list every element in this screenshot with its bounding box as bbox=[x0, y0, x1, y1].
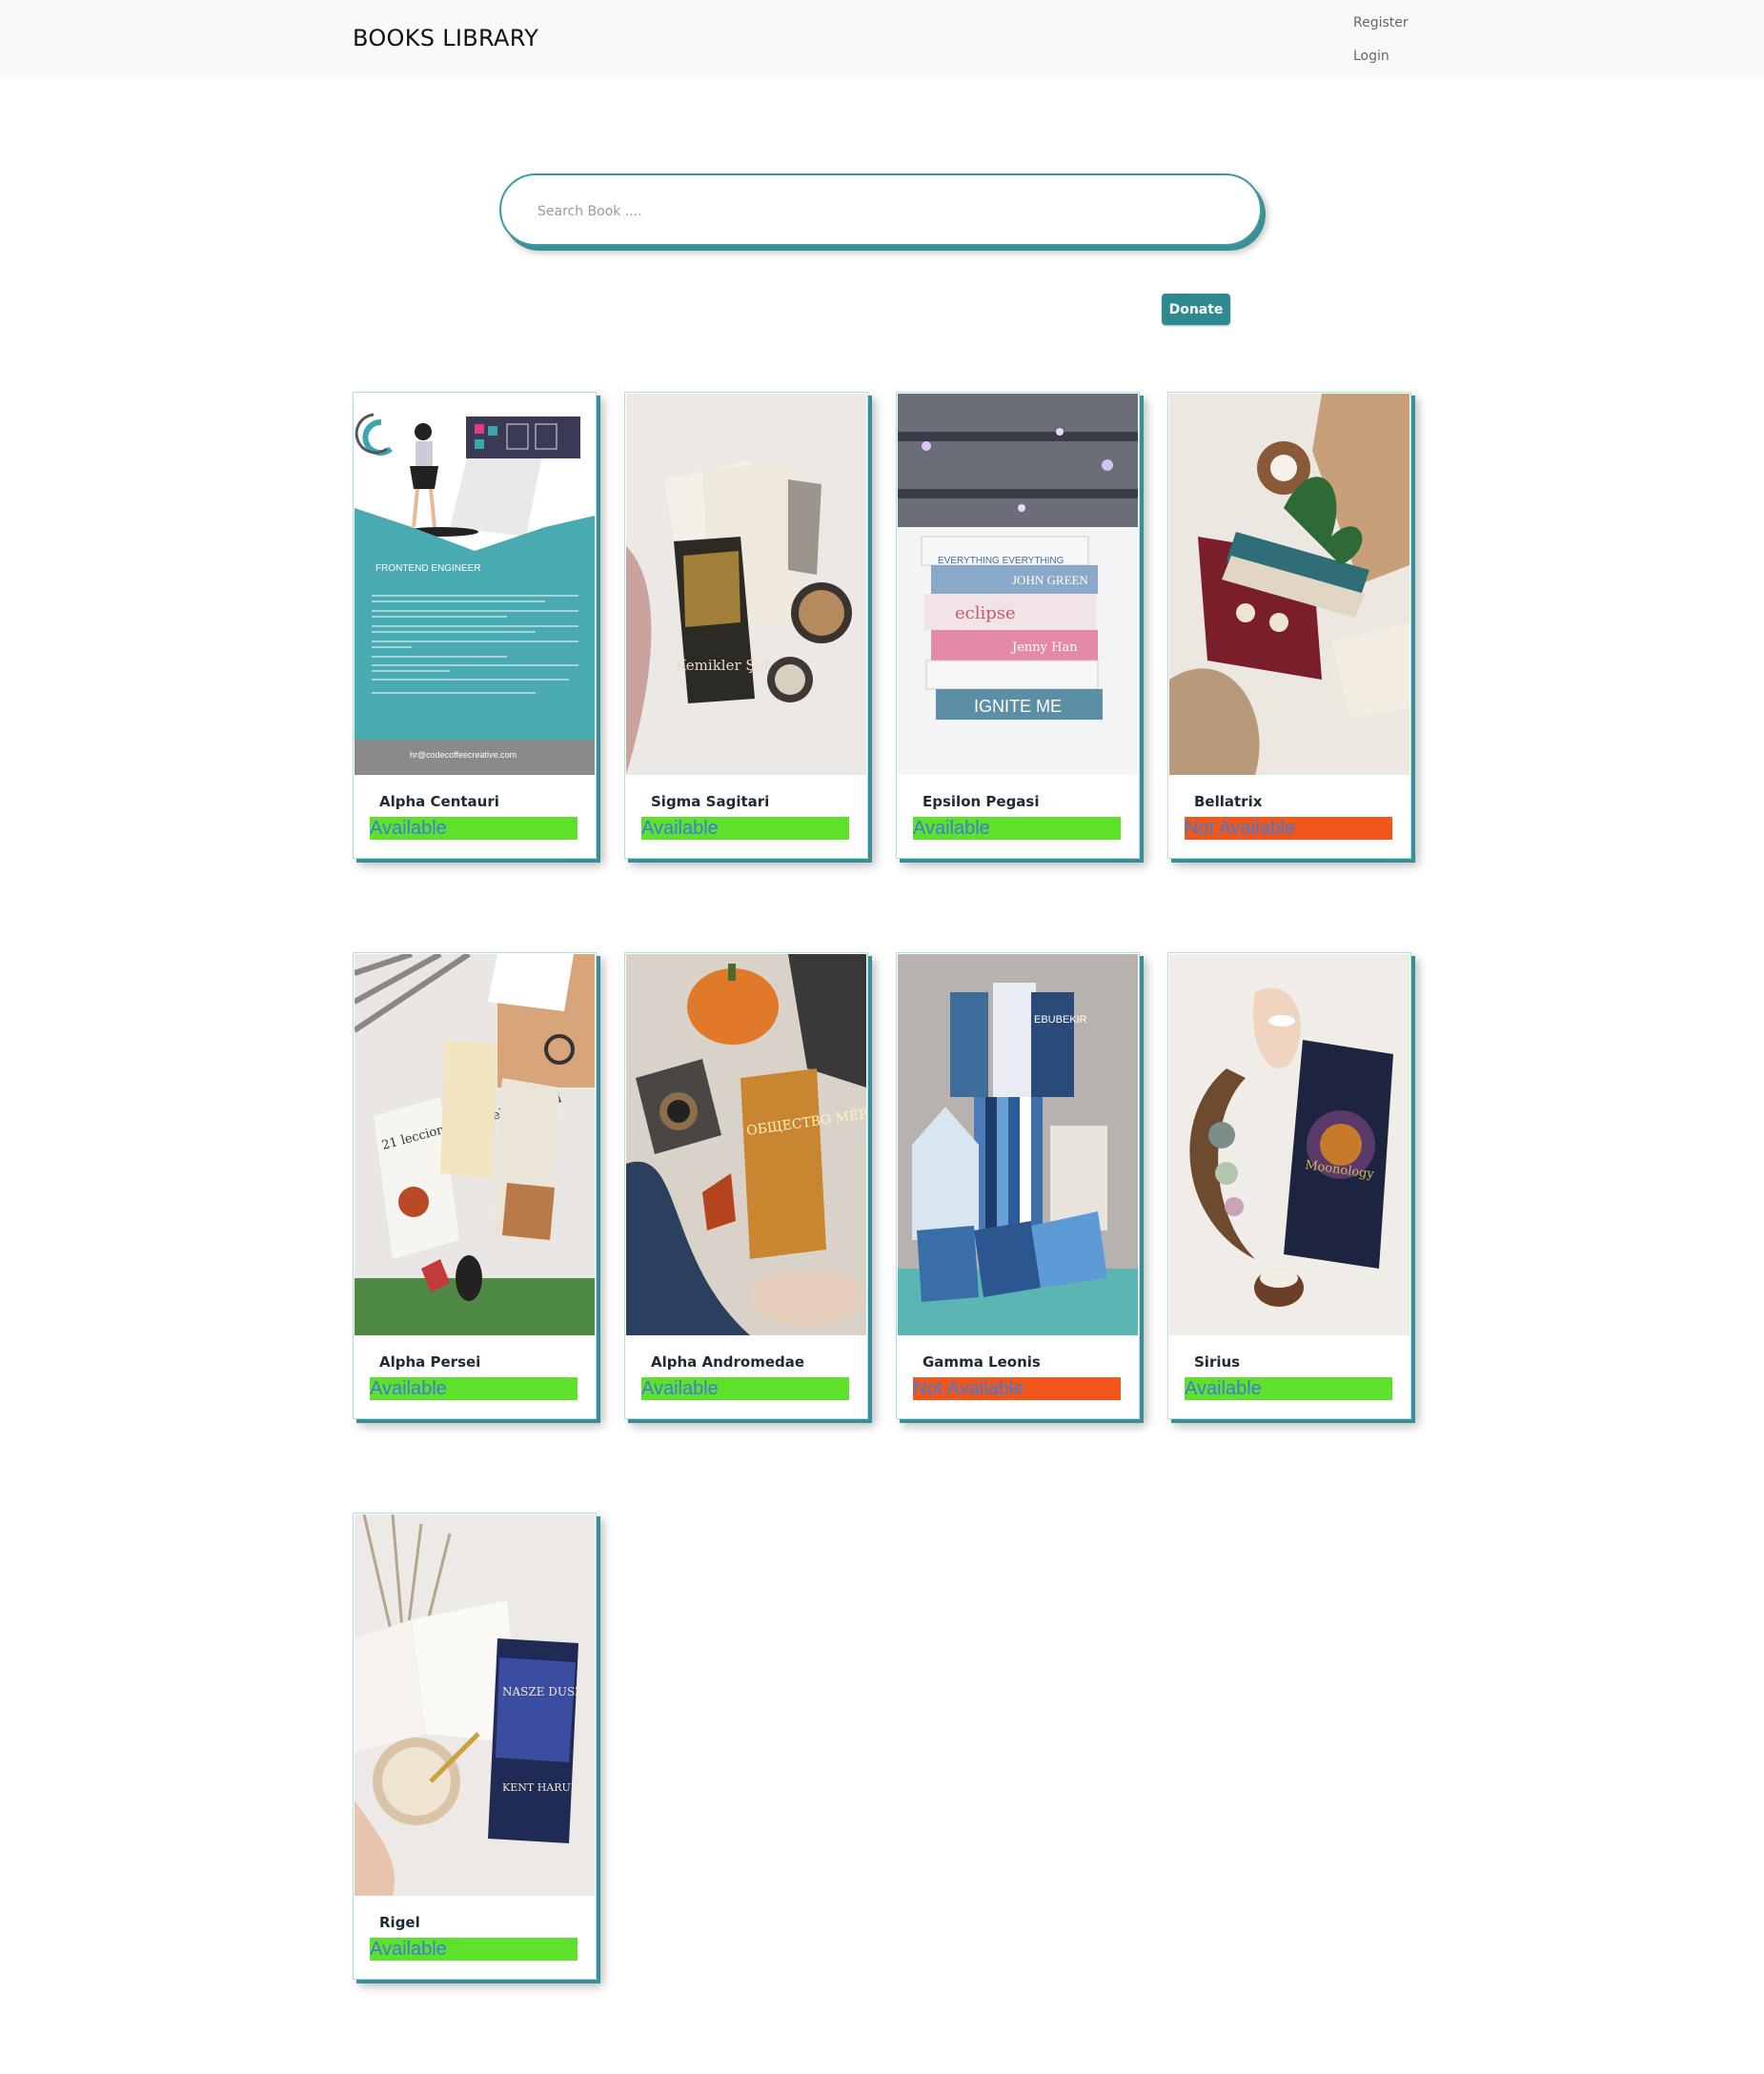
book-title: Rigel bbox=[379, 1914, 420, 1931]
book-cover-image: FRONTEND ENGINEER hr@codecoffeecreative.… bbox=[355, 394, 595, 775]
book-cover-image: NASZE DUSZE NOCĄ KENT HARUF bbox=[355, 1515, 595, 1896]
availability-badge: Available bbox=[370, 817, 578, 840]
book-card[interactable]: EBUBEKIR Gamma Leonis Not Available bbox=[896, 952, 1140, 1419]
book-cover-image: EVERYTHING EVERYTHING JOHN GREEN eclipse… bbox=[898, 394, 1138, 775]
availability-badge: Available bbox=[913, 817, 1121, 840]
cover-book-3: eclipse bbox=[955, 603, 1016, 623]
book-cover-image: Moonology bbox=[1169, 954, 1409, 1335]
cover-email: hr@codecoffeecreative.com bbox=[410, 750, 517, 760]
availability-badge: Available bbox=[641, 817, 849, 840]
login-link[interactable]: Login bbox=[1353, 47, 1409, 80]
search-bar bbox=[499, 173, 1262, 246]
nav-links: Register Login bbox=[1353, 13, 1409, 80]
book-cover-image: ОБЩЕСТВО МЁРТВЫХ ПОЭТОВ bbox=[626, 954, 866, 1335]
book-title: Gamma Leonis bbox=[923, 1353, 1041, 1371]
brand-title[interactable]: BOOKS LIBRARY bbox=[353, 25, 538, 51]
book-title: Alpha Persei bbox=[379, 1353, 481, 1371]
availability-badge: Available bbox=[641, 1377, 849, 1400]
search-input[interactable] bbox=[536, 198, 1206, 225]
book-card[interactable]: EVERYTHING EVERYTHING JOHN GREEN eclipse… bbox=[896, 392, 1140, 859]
book-title: Epsilon Pegasi bbox=[923, 793, 1040, 810]
cover-title: NASZE DUSZE NOCĄ bbox=[502, 1685, 595, 1698]
cover-title: EBUBEKIR bbox=[1034, 1014, 1087, 1026]
book-cover-image bbox=[1169, 394, 1409, 775]
book-card[interactable]: FRONTEND ENGINEER hr@codecoffeecreative.… bbox=[353, 392, 597, 859]
cover-book-1: EVERYTHING EVERYTHING bbox=[938, 556, 1064, 566]
book-card[interactable]: ОБЩЕСТВО МЁРТВЫХ ПОЭТОВ Alpha Andromedae… bbox=[624, 952, 868, 1419]
book-title: Sirius bbox=[1194, 1353, 1241, 1371]
book-card[interactable]: 21 lecciones para el siglo XXI Alpha Per… bbox=[353, 952, 597, 1419]
navbar: BOOKS LIBRARY Register Login bbox=[0, 0, 1764, 79]
book-card[interactable]: NASZE DUSZE NOCĄ KENT HARUF Rigel Availa… bbox=[353, 1513, 597, 1980]
cover-heading: FRONTEND ENGINEER bbox=[375, 563, 481, 574]
cover-author: KENT HARUF bbox=[502, 1781, 578, 1794]
book-title: Alpha Andromedae bbox=[651, 1353, 805, 1371]
cover-book-5: IGNITE ME bbox=[974, 697, 1062, 716]
register-link[interactable]: Register bbox=[1353, 13, 1409, 47]
book-card[interactable]: Moonology Sirius Available bbox=[1167, 952, 1411, 1419]
book-title: Bellatrix bbox=[1194, 793, 1263, 810]
cover-title: Kemikler Şehri bbox=[676, 657, 784, 674]
book-card[interactable]: Kemikler Şehri Sigma Sagitari Available bbox=[624, 392, 868, 859]
availability-badge: Not Available bbox=[1185, 817, 1392, 840]
availability-badge: Not Available bbox=[913, 1377, 1121, 1400]
book-cover-image: Kemikler Şehri bbox=[626, 394, 866, 775]
book-title: Sigma Sagitari bbox=[651, 793, 770, 810]
availability-badge: Available bbox=[370, 1377, 578, 1400]
cover-book-4: Jenny Han bbox=[1010, 640, 1078, 655]
book-title: Alpha Centauri bbox=[379, 793, 499, 810]
book-cover-image: 21 lecciones para el siglo XXI bbox=[355, 954, 595, 1335]
cover-book-2: JOHN GREEN bbox=[1012, 573, 1088, 587]
book-cover-image: EBUBEKIR bbox=[898, 954, 1138, 1335]
book-card[interactable]: Bellatrix Not Available bbox=[1167, 392, 1411, 859]
availability-badge: Available bbox=[370, 1938, 578, 1961]
donate-button[interactable]: Donate bbox=[1162, 294, 1230, 325]
availability-badge: Available bbox=[1185, 1377, 1392, 1400]
